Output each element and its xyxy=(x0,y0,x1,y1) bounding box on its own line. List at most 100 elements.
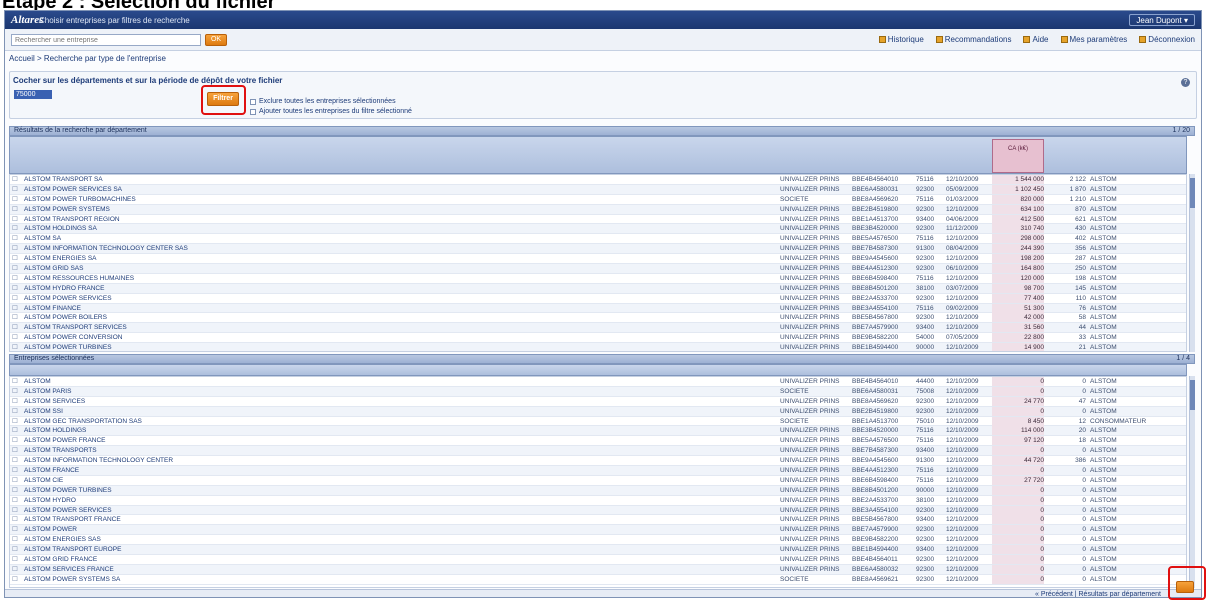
top-link-recommendations[interactable]: Recommandations xyxy=(935,35,1011,44)
row-checkbox[interactable]: ☐ xyxy=(12,565,22,574)
row-checkbox[interactable]: ☐ xyxy=(12,234,22,243)
table-row[interactable]: ☐ ALSTOM UNIVALIZER PRINS BBE4B4564010 44400… xyxy=(10,377,1186,387)
top-link-help[interactable]: Aide xyxy=(1023,35,1049,44)
row-checkbox[interactable]: ☐ xyxy=(12,313,22,322)
table-row[interactable]: ☐ ALSTOM GRID SAS UNIVALIZER PRINS BBE4A451… xyxy=(10,264,1186,274)
checkbox-icon[interactable] xyxy=(250,98,256,105)
table-row[interactable]: ☐ ALSTOM POWER TURBINES UNIVALIZER PRINS BB… xyxy=(10,343,1186,351)
table-row[interactable]: ☐ ALSTOM ENERGIES SAS UNIVALIZER PRINS BBE9… xyxy=(10,535,1186,546)
sorted-column-ca[interactable]: CA (k€) xyxy=(992,139,1044,173)
selected-pager[interactable]: 1 / 4 xyxy=(1176,355,1190,363)
row-checkbox[interactable]: ☐ xyxy=(12,294,22,303)
table-row[interactable]: ☐ ALSTOM POWER BOILERS UNIVALIZER PRINS BBE… xyxy=(10,313,1186,324)
row-checkbox[interactable]: ☐ xyxy=(12,304,22,313)
table-row[interactable]: ☐ ALSTOM TRANSPORT FRANCE UNIVALIZER PRINS… xyxy=(10,515,1186,526)
row-checkbox[interactable]: ☐ xyxy=(12,333,22,342)
results-scrollbar[interactable] xyxy=(1189,174,1195,352)
scroll-thumb[interactable] xyxy=(1190,380,1195,410)
table-row[interactable]: ☐ ALSTOM POWER SERVICES UNIVALIZER PRINS BB… xyxy=(10,505,1186,516)
table-row[interactable]: ☐ ALSTOM HYDRO UNIVALIZER PRINS BBE2A453370… xyxy=(10,495,1186,506)
top-link-logout[interactable]: Déconnexion xyxy=(1139,35,1195,44)
row-checkbox[interactable]: ☐ xyxy=(12,185,22,194)
row-checkbox[interactable]: ☐ xyxy=(12,284,22,293)
footer-links[interactable]: « Précédent | Résultats par département xyxy=(1035,590,1161,597)
table-row[interactable]: ☐ ALSTOM HYDRO FRANCE UNIVALIZER PRINS BBE8… xyxy=(10,283,1186,294)
row-checkbox[interactable]: ☐ xyxy=(12,215,22,224)
table-row[interactable]: ☐ ALSTOM FINANCE UNIVALIZER PRINS BBE3A4554… xyxy=(10,303,1186,314)
row-checkbox[interactable]: ☐ xyxy=(12,387,22,396)
selected-scrollbar[interactable] xyxy=(1189,376,1195,588)
row-checkbox[interactable]: ☐ xyxy=(12,506,22,515)
help-icon[interactable]: ? xyxy=(1181,78,1190,87)
row-checkbox[interactable]: ☐ xyxy=(12,274,22,283)
row-checkbox[interactable]: ☐ xyxy=(12,323,22,332)
row-checkbox[interactable]: ☐ xyxy=(12,486,22,495)
table-row[interactable]: ☐ ALSTOM POWER SERVICES SA UNIVALIZER PRIN… xyxy=(10,184,1186,195)
table-row[interactable]: ☐ ALSTOM POWER UNIVALIZER PRINS BBE7A457990… xyxy=(10,525,1186,536)
row-checkbox[interactable]: ☐ xyxy=(12,545,22,554)
table-row[interactable]: ☐ ALSTOM SA UNIVALIZER PRINS BBE5A4576500 75… xyxy=(10,234,1186,245)
table-row[interactable]: ☐ ALSTOM TRANSPORTS UNIVALIZER PRINS BBE7B4… xyxy=(10,446,1186,457)
search-input[interactable] xyxy=(11,34,201,46)
row-checkbox[interactable]: ☐ xyxy=(12,377,22,386)
table-row[interactable]: ☐ ALSTOM PARIS SOCIETE BBE6A4580031 75008 12/… xyxy=(10,386,1186,397)
row-checkbox[interactable]: ☐ xyxy=(12,224,22,233)
user-menu[interactable]: Jean Dupont ▾ xyxy=(1129,14,1195,26)
table-row[interactable]: ☐ ALSTOM POWER FRANCE UNIVALIZER PRINS BBE5… xyxy=(10,436,1186,447)
table-row[interactable]: ☐ ALSTOM SERVICES UNIVALIZER PRINS BBE8A456… xyxy=(10,396,1186,407)
row-checkbox[interactable]: ☐ xyxy=(12,397,22,406)
option-exclude[interactable]: Exclure toutes les entreprises sélection… xyxy=(250,98,396,105)
row-checkbox[interactable]: ☐ xyxy=(12,407,22,416)
results-pager[interactable]: 1 / 20 xyxy=(1172,127,1190,135)
top-link-settings[interactable]: Mes paramètres xyxy=(1060,35,1127,44)
scroll-thumb[interactable] xyxy=(1190,178,1195,208)
row-checkbox[interactable]: ☐ xyxy=(12,555,22,564)
table-row[interactable]: ☐ ALSTOM POWER SYSTEMS SA SOCIETE BBE8A4569… xyxy=(10,574,1186,585)
table-row[interactable]: ☐ ALSTOM GEC TRANSPORTATION SAS SOCIETE BBE… xyxy=(10,416,1186,427)
row-checkbox[interactable]: ☐ xyxy=(12,496,22,505)
row-checkbox[interactable]: ☐ xyxy=(12,343,22,351)
row-checkbox[interactable]: ☐ xyxy=(12,436,22,445)
table-row[interactable]: ☐ ALSTOM CIE UNIVALIZER PRINS BBE6B4598400 7… xyxy=(10,475,1186,486)
table-row[interactable]: ☐ ALSTOM POWER TURBOMACHINES SOCIETE BBE8A4… xyxy=(10,194,1186,205)
option-add[interactable]: Ajouter toutes les entreprises du filtre… xyxy=(250,108,412,115)
search-button[interactable]: OK xyxy=(205,34,227,46)
row-checkbox[interactable]: ☐ xyxy=(12,264,22,273)
breadcrumb[interactable]: Accueil > Recherche par type de l'entrep… xyxy=(9,54,166,63)
row-checkbox[interactable]: ☐ xyxy=(12,205,22,214)
row-checkbox[interactable]: ☐ xyxy=(12,175,22,184)
table-row[interactable]: ☐ ALSTOM POWER TURBINES UNIVALIZER PRINS BB… xyxy=(10,485,1186,496)
checkbox-icon[interactable] xyxy=(250,108,256,115)
top-link-history[interactable]: Historique xyxy=(878,35,924,44)
row-checkbox[interactable]: ☐ xyxy=(12,456,22,465)
row-checkbox[interactable]: ☐ xyxy=(12,426,22,435)
row-checkbox[interactable]: ☐ xyxy=(12,476,22,485)
table-row[interactable]: ☐ ALSTOM TRANSPORT SA UNIVALIZER PRINS BBE4… xyxy=(10,175,1186,185)
row-checkbox[interactable]: ☐ xyxy=(12,575,22,584)
department-value[interactable]: 75000 xyxy=(14,90,52,99)
table-row[interactable]: ☐ ALSTOM TRANSPORT EUROPE UNIVALIZER PRINS… xyxy=(10,545,1186,556)
table-row[interactable]: ☐ ALSTOM HOLDINGS SA UNIVALIZER PRINS BBE3B… xyxy=(10,224,1186,235)
row-checkbox[interactable]: ☐ xyxy=(12,417,22,426)
table-row[interactable]: ☐ ALSTOM SERVICES FRANCE UNIVALIZER PRINS B… xyxy=(10,564,1186,575)
table-row[interactable]: ☐ ALSTOM TRANSPORT SERVICES UNIVALIZER PRI… xyxy=(10,323,1186,334)
row-checkbox[interactable]: ☐ xyxy=(12,466,22,475)
row-checkbox[interactable]: ☐ xyxy=(12,525,22,534)
table-row[interactable]: ☐ ALSTOM HOLDINGS UNIVALIZER PRINS BBE3B452… xyxy=(10,426,1186,437)
row-checkbox[interactable]: ☐ xyxy=(12,244,22,253)
table-row[interactable]: ☐ ALSTOM INFORMATION TECHNOLOGY CENTER UNI… xyxy=(10,456,1186,467)
table-row[interactable]: ☐ ALSTOM ENERGIES SA UNIVALIZER PRINS BBE9A… xyxy=(10,254,1186,265)
table-row[interactable]: ☐ ALSTOM INFORMATION TECHNOLOGY CENTER SA… xyxy=(10,244,1186,255)
row-checkbox[interactable]: ☐ xyxy=(12,535,22,544)
table-row[interactable]: ☐ ALSTOM TRANSPORT REGION UNIVALIZER PRINS… xyxy=(10,214,1186,225)
table-row[interactable]: ☐ ALSTOM GRID FRANCE UNIVALIZER PRINS BBE4B… xyxy=(10,555,1186,565)
table-row[interactable]: ☐ ALSTOM POWER SYSTEMS UNIVALIZER PRINS BBE… xyxy=(10,204,1186,215)
row-checkbox[interactable]: ☐ xyxy=(12,515,22,524)
table-row[interactable]: ☐ ALSTOM POWER CONVERSION UNIVALIZER PRINS… xyxy=(10,333,1186,344)
table-row[interactable]: ☐ ALSTOM POWER SERVICES UNIVALIZER PRINS BB… xyxy=(10,293,1186,304)
row-checkbox[interactable]: ☐ xyxy=(12,254,22,263)
row-checkbox[interactable]: ☐ xyxy=(12,195,22,204)
table-row[interactable]: ☐ ALSTOM FRANCE UNIVALIZER PRINS BBE4A45123… xyxy=(10,466,1186,476)
table-row[interactable]: ☐ ALSTOM RESSOURCES HUMAINES UNIVALIZER PR… xyxy=(10,273,1186,284)
row-checkbox[interactable]: ☐ xyxy=(12,446,22,455)
